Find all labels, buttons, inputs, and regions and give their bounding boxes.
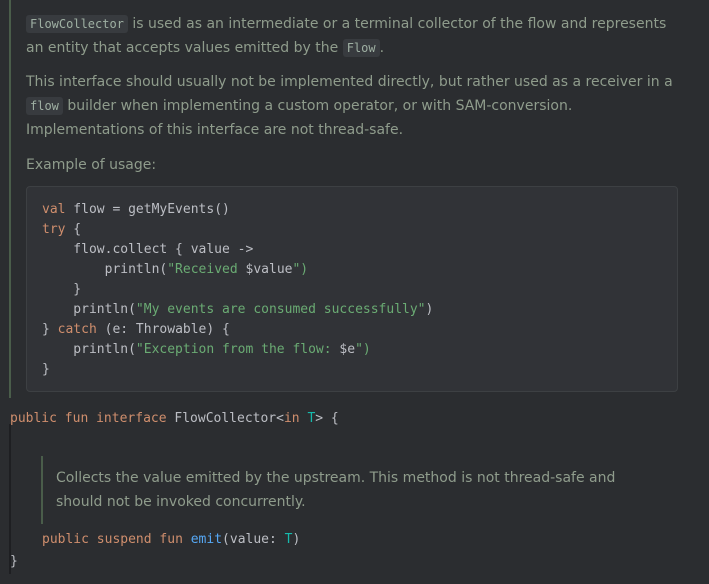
doc-text: This interface should usually not be imp… (26, 74, 673, 90)
code-chip-flowcollector[interactable]: FlowCollector (26, 15, 128, 33)
doc-paragraph-2: This interface should usually not be imp… (26, 70, 686, 142)
doc-text: . (379, 40, 385, 56)
code-line: println("Received $value") (42, 262, 309, 277)
code-line: val flow = getMyEvents() (42, 202, 230, 217)
code-line: } (42, 282, 82, 297)
code-line: flow.collect { value -> (42, 242, 254, 257)
kdoc-block: FlowCollector is used as an intermediate… (9, 0, 701, 398)
method-declaration[interactable]: public suspend fun emit(value: T) (42, 530, 300, 550)
code-line: } (42, 362, 50, 377)
doc-paragraph-3: Example of usage: (26, 157, 157, 173)
method-doc-text: Collects the value emitted by the upstre… (56, 470, 616, 510)
code-example: val flow = getMyEvents() try { flow.coll… (26, 186, 678, 392)
code-line: try { (42, 222, 82, 237)
code-chip-flow-builder[interactable]: flow (26, 97, 63, 115)
interface-declaration[interactable]: public fun interface FlowCollector<in T>… (10, 409, 339, 429)
code-chip-flow[interactable]: Flow (342, 39, 380, 57)
doc-text: builder when implementing a custom opera… (26, 98, 573, 138)
closing-brace: } (10, 554, 18, 569)
code-line: } catch (e: Throwable) { (42, 322, 230, 337)
method-kdoc: Collects the value emitted by the upstre… (41, 456, 683, 524)
code-line: println("Exception from the flow: $e") (42, 342, 371, 357)
code-line: println("My events are consumed successf… (42, 302, 434, 317)
doc-paragraph-1: FlowCollector is used as an intermediate… (26, 12, 686, 60)
